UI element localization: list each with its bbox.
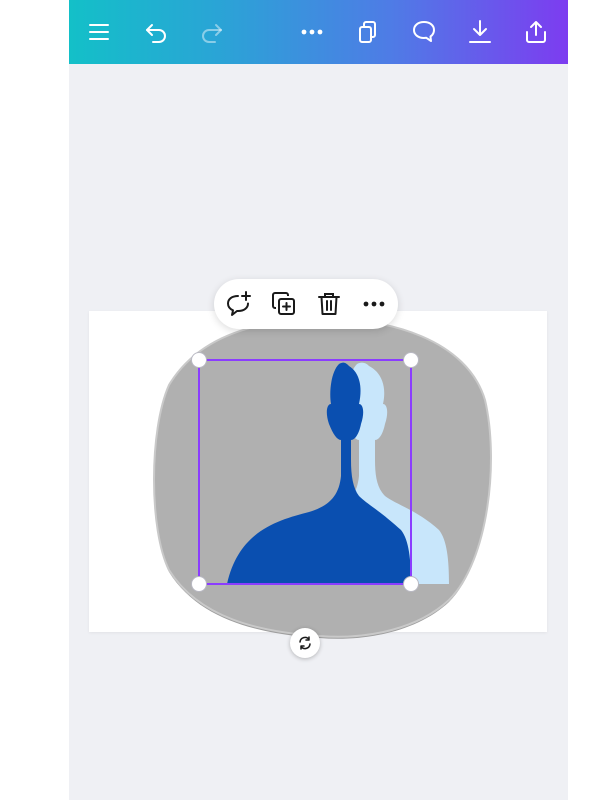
rotate-icon xyxy=(299,636,311,650)
delete-icon[interactable] xyxy=(313,288,345,320)
rotate-handle[interactable] xyxy=(290,628,320,658)
more-options-icon[interactable] xyxy=(358,288,390,320)
resize-handle-bottom-left[interactable] xyxy=(191,576,207,592)
design-artwork xyxy=(153,317,492,639)
resize-handle-bottom-right[interactable] xyxy=(403,576,419,592)
add-comment-icon[interactable] xyxy=(222,288,254,320)
duplicate-icon[interactable] xyxy=(268,288,300,320)
resize-handle-top-right[interactable] xyxy=(403,352,419,368)
element-context-toolbar xyxy=(214,279,398,329)
editor-app xyxy=(69,0,568,800)
resize-handle-top-left[interactable] xyxy=(191,352,207,368)
